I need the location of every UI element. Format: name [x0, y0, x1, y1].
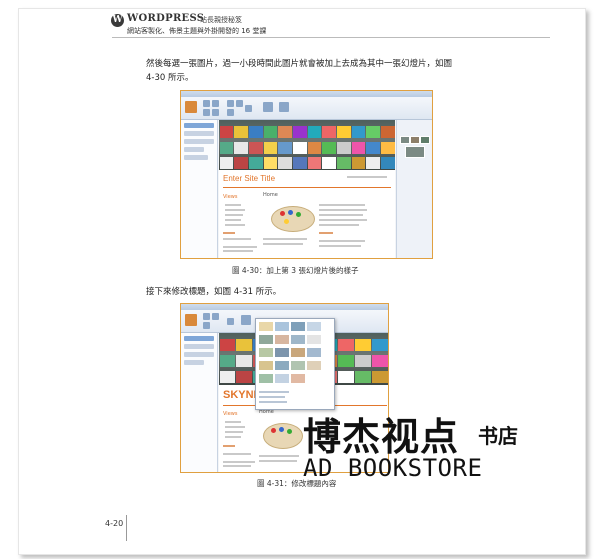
page-number-divider — [126, 515, 127, 541]
gallery-thumb[interactable] — [259, 374, 273, 383]
gallery-thumb[interactable] — [307, 361, 321, 370]
palette-image — [271, 206, 315, 232]
gallery-thumb[interactable] — [291, 335, 305, 344]
gallery-thumb[interactable] — [259, 361, 273, 370]
left-pane — [181, 120, 218, 258]
gallery-thumb[interactable] — [275, 335, 289, 344]
content-heading: Home — [263, 192, 278, 198]
paragraph-2: 接下來修改標題，如圖 4-31 所示。 — [146, 287, 282, 297]
gallery-thumb[interactable] — [291, 374, 305, 383]
gallery-thumb[interactable] — [259, 322, 273, 331]
site-title: Enter Site Title — [223, 174, 276, 183]
gallery-thumb[interactable] — [307, 335, 321, 344]
header-subtitle-1: 站長親授秘笈 — [200, 16, 242, 24]
gallery-thumb[interactable] — [259, 335, 273, 344]
figure-4-30-screenshot: Enter Site Title Views Home — [180, 90, 433, 259]
theme-gallery-dropdown[interactable] — [255, 318, 335, 410]
watermark-english: AD BOOKSTORE — [303, 454, 483, 482]
gallery-thumb[interactable] — [291, 348, 305, 357]
gallery-thumb[interactable] — [291, 361, 305, 370]
gallery-thumb[interactable] — [307, 348, 321, 357]
gallery-thumb[interactable] — [275, 374, 289, 383]
left-pane-2 — [181, 333, 218, 472]
sidebar-heading: Views — [223, 194, 238, 200]
header-brand: WORDPRESS — [127, 13, 205, 24]
gallery-thumb[interactable] — [275, 361, 289, 370]
paragraph-1-line-1: 然後每選一張圖片，過一小段時間此圖片就會被加上去成為其中一張幻燈片，如圖 — [146, 59, 453, 69]
sidebar-heading-2: Views — [223, 411, 238, 417]
wordpress-logo-icon: W — [111, 14, 124, 27]
gallery-thumb[interactable] — [307, 322, 321, 331]
watermark-chinese: 博杰视点 — [303, 415, 460, 459]
app-ribbon — [181, 97, 432, 120]
header-subtitle-2: 網站客製化、佈景主題與外掛開發的 16 堂課 — [127, 27, 267, 35]
figure-4-30-caption: 圖 4-30：加上第 3 張幻燈片後的樣子 — [232, 266, 359, 275]
gallery-thumb[interactable] — [291, 322, 305, 331]
paragraph-1-line-2: 4-30 所示。 — [146, 73, 194, 83]
right-pane — [396, 120, 432, 258]
watermark-chinese-small: 书店 — [478, 424, 518, 448]
gallery-thumb[interactable] — [275, 322, 289, 331]
page-number: 4-20 — [105, 519, 124, 528]
banner-image — [219, 120, 395, 170]
header-divider — [112, 37, 550, 38]
palette-image-2 — [263, 423, 303, 449]
gallery-thumb[interactable] — [259, 348, 273, 357]
site-preview: Enter Site Title Views Home — [219, 120, 395, 258]
gallery-thumb[interactable] — [275, 348, 289, 357]
